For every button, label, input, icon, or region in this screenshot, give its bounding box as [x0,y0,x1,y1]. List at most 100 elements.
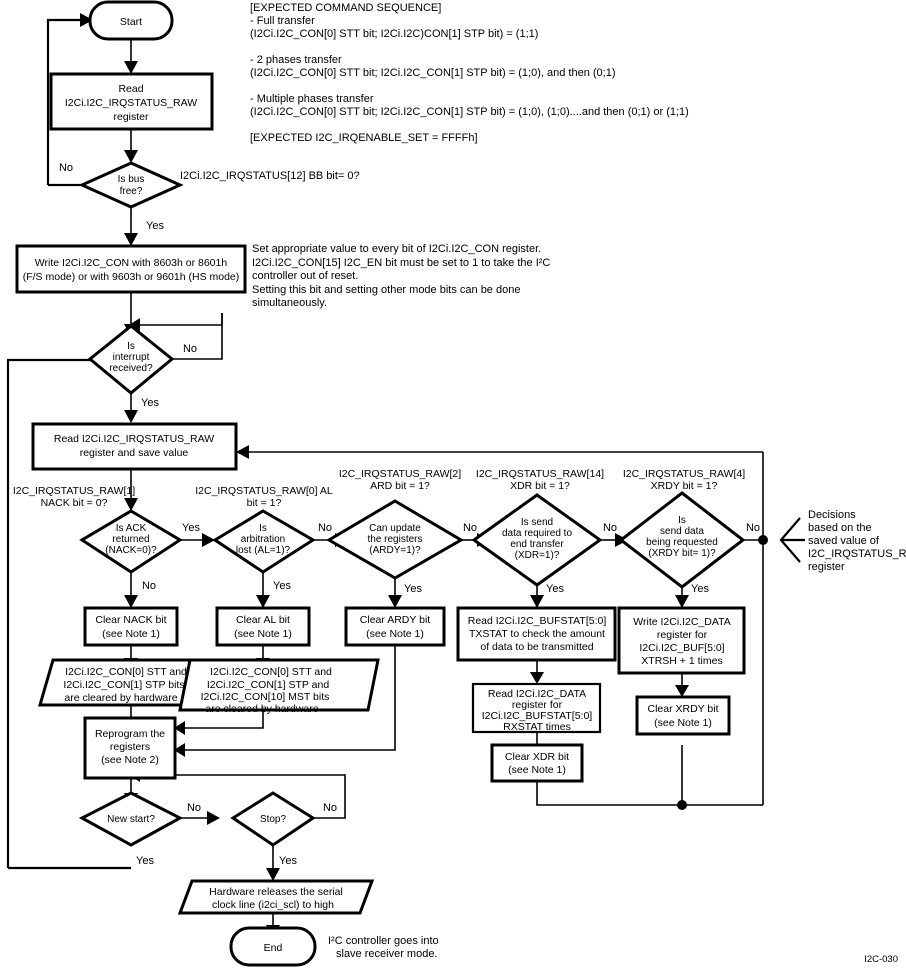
arrow-read2 [124,410,138,423]
alhw-line-3: are cleared by hardware [205,703,318,715]
node-can-update-registers: Can update the registers (ARDY=1)? [326,499,464,580]
writedata-line-2: I2Ci.I2C_BUF[5:0] [639,642,724,654]
read2-line-0: Read I2Ci.I2C_IRQSTATUS_RAW [54,433,214,445]
issendbeing-cond-0: I2C_IRQSTATUS_RAW[4] [623,468,745,480]
isarb-cond-0: I2C_IRQSTATUS_RAW[0] AL [195,485,333,497]
issendbeing-line-2: being requested [646,537,718,548]
issendbeing-line-0: Is [678,515,686,526]
node-start: Start [88,0,174,41]
isarb-line-1: arbitration [241,534,285,545]
issendbeing-no-label: No [746,522,760,534]
conn-interrupt-no-return [140,313,223,326]
arrow-hwreleases [266,868,280,881]
readbufstat-line-0: Read I2Ci.I2C_BUFSTAT[5:0] [468,615,607,627]
flowchart-canvas: Start Read I2Ci.I2C_IRQSTATUS_RAW regist… [0,0,906,968]
clearardy-line-0: Clear ARDY bit [360,614,431,626]
issendreq-yes-label: Yes [546,583,564,595]
nackhw-line-1: I2Ci.I2C_CON[1] STP bits [63,679,184,691]
canupdate-cond-0: I2C_IRQSTATUS_RAW[2] [339,468,461,480]
isarb-cond-1: bit = 1? [247,497,282,509]
isinterrupt-line-2: received? [109,363,153,374]
title-note-line-2: (I2Ci.I2C_CON[0] STT bit; I2Ci.I2C)CON[1… [250,28,538,40]
clearnack-line-0: Clear NACK bit [95,614,166,626]
arrow-read1 [124,61,138,74]
arrow-clearal [256,595,270,608]
readbufstat-line-2: of data to be transmitted [480,641,593,653]
canupdate-cond-1: ARD bit = 1? [370,480,430,492]
node-read-bufstat-txstat: Read I2Ci.I2C_BUFSTAT[5:0] TXSTAT to che… [456,606,617,662]
title-note-line-7: - Multiple phases transfer [250,93,374,105]
readbufstat-line-1: TXSTAT to check the amount [469,628,605,640]
node-read-irqstatus-raw-2: Read I2Ci.I2C_IRQSTATUS_RAW register and… [31,422,238,471]
title-note-line-0: [EXPECTED COMMAND SEQUENCE] [250,2,441,14]
arrow-clearxrdy [675,685,689,697]
node-is-send-data-requested: Is send data being requested (XRDY bit= … [618,491,746,589]
reprogram-line-2: (see Note 2) [101,754,159,766]
read1-line-2: register [113,111,149,123]
node-is-arbitration-lost: Is arbitration lost (AL=1)? [212,509,316,574]
node-clear-xdr: Clear XDR bit (see Note 1) [490,743,584,783]
alhw-line-0: I2Ci.I2C_CON[0] STT and [210,666,332,678]
title-note-line-5: (I2Ci.I2C_CON[0] STT bit; I2Ci.I2C_CON[1… [250,67,615,79]
junction-dot-right-rail [758,535,768,545]
isinterrupt-line-0: Is [127,341,135,352]
note-expected-command-sequence: [EXPECTED COMMAND SEQUENCE] - Full trans… [250,2,689,144]
issendreq-line-2: end transfer [510,539,564,550]
node-hardware-releases: Hardware releases the serial clock line … [177,879,375,915]
canupdate-no-label: No [463,522,477,534]
node-end: End [229,926,317,967]
node-clear-nack: Clear NACK bit (see Note 1) [83,606,179,647]
decisions-note-line-4: register [808,561,845,573]
clearxdr-line-0: Clear XDR bit [505,751,569,763]
node-reprogram-registers: Reprogram the registers (see Note 2) [83,716,177,780]
hwreleases-line-1: clock line (i2ci_scl) to high [212,899,334,911]
isbusfree-no-label: No [59,162,73,174]
arrow-writedata [675,595,689,608]
hwreleases-line-0: Hardware releases the serial [209,886,343,898]
issendreq-cond-0: I2C_IRQSTATUS_RAW[14] [476,468,604,480]
canupdate-line-0: Can update [369,523,421,534]
node-end-label: End [264,942,283,954]
isack-line-2: (NACK=0)? [105,545,157,556]
clearnack-line-1: (see Note 1) [102,628,160,640]
arrow-readbufstat [530,595,544,608]
issendbeing-cond-1: XRDY bit = 1? [651,480,718,492]
writedata-line-1: register for [657,629,708,641]
writedata-line-0: Write I2Ci.I2C_DATA [633,616,730,628]
issendbeing-line-1: send data [660,526,704,537]
read1-line-0: Read [118,83,143,95]
con-note-line-2: controller out of reset. [252,270,358,282]
isack-cond-0: I2C_IRQSTATUS_RAW[1] [13,485,135,497]
isarb-line-0: Is [259,523,267,534]
issendreq-cond-1: XDR bit = 1? [510,480,570,492]
stop-label: Stop? [260,814,287,825]
nackhw-line-2: are cleared by hardware [64,692,177,704]
node-al-hw-clear: I2Ci.I2C_CON[0] STT and I2Ci.I2C_CON[1] … [178,658,380,715]
node-read-data-register: Read I2Ci.I2C_DATA register for I2Ci.I2C… [471,682,602,734]
clearal-line-1: (see Note 1) [234,628,292,640]
node-stop: Stop? [230,791,316,847]
reprogram-line-1: registers [110,741,150,753]
stop-yes-label: Yes [279,855,297,867]
isack-line-0: Is ACK [116,523,147,534]
node-is-bus-free: Is bus free? [78,161,184,209]
isbusfree-side-label: I2Ci.I2C_IRQSTATUS[12] BB bit= 0? [180,170,360,182]
newstart-label: New start? [107,814,155,825]
con-note-line-4: simultaneously. [252,297,327,309]
isinterrupt-yes-label: Yes [141,397,159,409]
issendreq-line-0: Is send [521,517,553,528]
isarb-yes-label: Yes [273,580,291,592]
canupdate-yes-label: Yes [404,583,422,595]
read1-line-1: I2Ci.I2C_IRQSTATUS_RAW [65,97,197,109]
decisions-note-line-2: saved value of [808,535,880,547]
node-clear-al: Clear AL bit (see Note 1) [215,606,311,647]
con-note-line-0: Set appropriate value to every bit of I2… [252,243,541,255]
node-is-send-data-required: Is send data required to end transfer (X… [471,493,603,587]
diagram-id-label: I2C-030 [864,954,898,965]
clearal-line-0: Clear AL bit [236,614,290,626]
writecon-line-0: Write I2Ci.I2C_CON with 8603h or 8601h [35,257,228,269]
clearardy-line-1: (see Note 1) [366,628,424,640]
arrow-clearardy [388,595,402,608]
con-note-line-3: Setting this bit and setting other mode … [252,284,520,296]
title-note-line-10: [EXPECTED I2C_IRQENABLE_SET = FFFFh] [250,132,478,144]
